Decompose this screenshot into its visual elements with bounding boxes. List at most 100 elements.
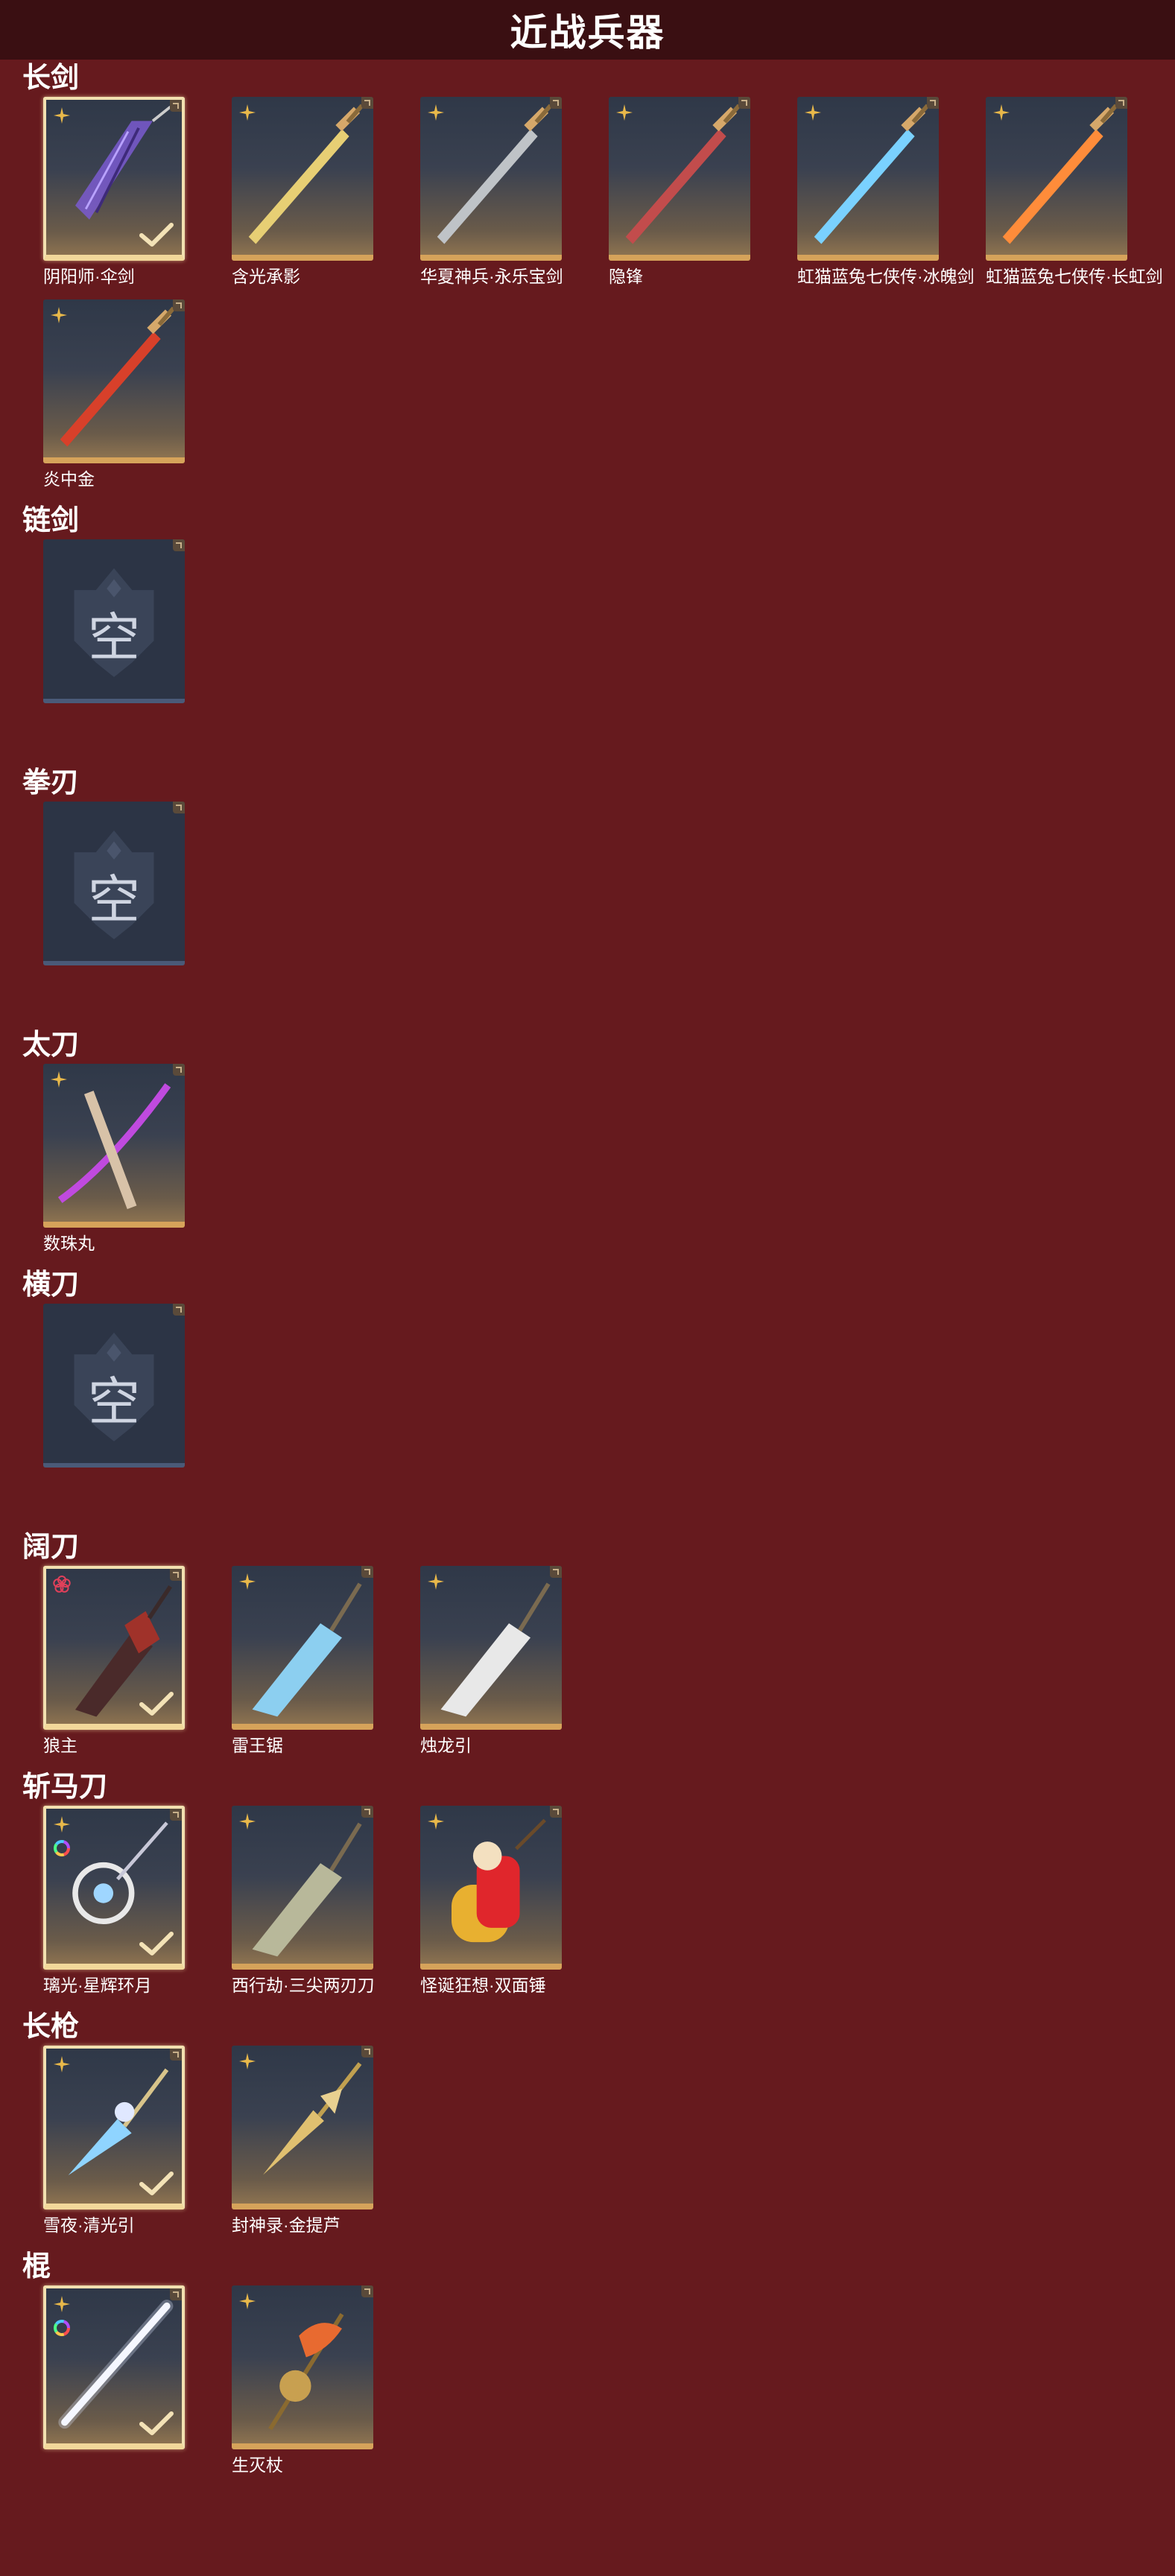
weapon-grid: 空: [22, 539, 1175, 742]
gold-rank-icon: [239, 1813, 256, 1830]
weapon-item[interactable]: 璃光·星辉环月: [43, 1806, 232, 1996]
corner-tab-icon: [173, 1304, 185, 1316]
weapon-grid: 璃光·星辉环月 西行劫·三尖两刃刀 怪诞狂想·双面锤: [22, 1806, 1175, 2008]
weapon-item[interactable]: [43, 2285, 232, 2476]
weapon-item[interactable]: 怪诞狂想·双面锤: [420, 1806, 609, 1996]
weapon-section: 横刀空: [22, 1266, 1175, 1506]
corner-tab-icon: [361, 1806, 373, 1818]
weapon-card[interactable]: [232, 2046, 373, 2209]
weapon-item[interactable]: 狼主: [43, 1566, 232, 1757]
rainbow-ring-icon: [54, 2320, 70, 2336]
weapon-section: 棍生灭杖: [22, 2248, 1175, 2488]
corner-tab-icon: [170, 2049, 182, 2061]
gold-rank-icon: [54, 1816, 70, 1833]
weapon-section: 斩马刀 璃光·星辉环月 西行劫·三尖两刃刀 怪诞狂想·双面锤: [22, 1768, 1175, 2008]
weapon-card[interactable]: [43, 2046, 185, 2209]
weapon-name: 阴阳师·伞剑: [43, 267, 135, 286]
weapon-card[interactable]: [420, 97, 562, 261]
weapon-item[interactable]: 虹猫蓝兔七侠传·冰魄剑: [797, 97, 986, 288]
weapon-item[interactable]: 封神录·金提芦: [232, 2046, 420, 2236]
weapon-card[interactable]: [43, 97, 185, 261]
gold-rank-icon: [51, 307, 67, 323]
weapon-section: 太刀 数珠丸: [22, 1027, 1175, 1266]
weapon-card[interactable]: [420, 1806, 562, 1970]
checkmark-icon: [139, 223, 174, 247]
weapon-item[interactable]: 烛龙引: [420, 1566, 609, 1757]
weapon-name: 雪夜·清光引: [43, 2215, 135, 2235]
weapon-item[interactable]: 雷王锯: [232, 1566, 420, 1757]
gold-rank-icon: [428, 104, 444, 121]
weapon-name: [43, 1472, 232, 1494]
gold-rank-icon: [54, 107, 70, 124]
section-title: 阔刀: [22, 1532, 80, 1563]
weapon-name: 狼主: [43, 1736, 77, 1755]
weapon-name: 隐锋: [609, 267, 643, 286]
weapon-item[interactable]: 华夏神兵·永乐宝剑: [420, 97, 609, 288]
section-title: 太刀: [22, 1030, 80, 1061]
weapon-grid: 数珠丸: [22, 1064, 1175, 1266]
gold-rank-icon: [993, 104, 1010, 121]
weapon-item[interactable]: 虹猫蓝兔七侠传·长虹剑: [986, 97, 1174, 288]
weapon-card[interactable]: [43, 1064, 185, 1228]
weapon-item[interactable]: 雪夜·清光引: [43, 2046, 232, 2236]
checkmark-icon: [139, 2411, 174, 2435]
weapon-card[interactable]: [986, 97, 1127, 261]
weapon-card[interactable]: [43, 1566, 185, 1730]
empty-slot-card[interactable]: 空: [43, 1304, 185, 1468]
weapon-grid: 空: [22, 802, 1175, 1004]
weapon-card[interactable]: [232, 97, 373, 261]
corner-tab-icon: [1115, 97, 1127, 109]
corner-tab-icon: [170, 100, 182, 112]
weapon-section: 拳刃空: [22, 764, 1175, 1004]
weapon-section: 长剑阴阳师·伞剑 含光承影 华夏神兵·永乐宝剑 隐锋 虹猫蓝兔七侠传·冰魄剑 虹猫蓝兔七侠…: [22, 60, 1175, 502]
weapon-card[interactable]: [43, 1806, 185, 1970]
weapon-grid: 生灭杖: [22, 2285, 1175, 2488]
weapon-card[interactable]: [232, 1566, 373, 1730]
weapon-card[interactable]: [420, 1566, 562, 1730]
gold-rank-icon: [239, 2293, 256, 2309]
empty-slot-card[interactable]: 空: [43, 802, 185, 965]
weapon-item[interactable]: 数珠丸: [43, 1064, 232, 1254]
corner-tab-icon: [361, 97, 373, 109]
corner-tab-icon: [550, 97, 562, 109]
weapon-card[interactable]: [797, 97, 939, 261]
weapon-name: 烛龙引: [420, 1736, 472, 1755]
weapon-card[interactable]: [232, 1806, 373, 1970]
weapon-grid: 阴阳师·伞剑 含光承影 华夏神兵·永乐宝剑 隐锋 虹猫蓝兔七侠传·冰魄剑 虹猫蓝兔七侠传·…: [22, 97, 1175, 502]
weapon-name: [43, 708, 232, 730]
weapon-name: 封神录·金提芦: [232, 2215, 341, 2235]
gold-rank-icon: [616, 104, 633, 121]
weapon-item[interactable]: 西行劫·三尖两刃刀: [232, 1806, 420, 1996]
weapon-item[interactable]: 生灭杖: [232, 2285, 420, 2476]
gold-rank-icon: [428, 1573, 444, 1590]
weapon-name: 虹猫蓝兔七侠传·冰魄剑: [797, 267, 975, 286]
corner-tab-icon: [173, 802, 185, 813]
weapon-item[interactable]: 含光承影: [232, 97, 420, 288]
checkmark-icon: [139, 1932, 174, 1955]
weapon-grid: 空: [22, 1304, 1175, 1506]
section-title: 长枪: [22, 2011, 80, 2043]
corner-tab-icon: [173, 539, 185, 551]
empty-slot-card[interactable]: 空: [43, 539, 185, 703]
weapon-card[interactable]: [609, 97, 750, 261]
corner-tab-icon: [361, 2046, 373, 2058]
empty-slot[interactable]: 空: [43, 1304, 232, 1494]
empty-label: 空: [88, 869, 140, 930]
weapon-card[interactable]: [232, 2285, 373, 2449]
empty-slot[interactable]: 空: [43, 539, 232, 730]
weapon-item[interactable]: 阴阳师·伞剑: [43, 97, 232, 288]
red-rank-icon: [53, 1576, 71, 1593]
weapon-item[interactable]: 隐锋: [609, 97, 797, 288]
page-title: 近战兵器: [510, 12, 665, 54]
section-title: 长剑: [22, 63, 80, 94]
gold-rank-icon: [428, 1813, 444, 1830]
weapon-name: 虹猫蓝兔七侠传·长虹剑: [986, 267, 1163, 286]
weapon-name: 生灭杖: [232, 2455, 283, 2475]
gold-rank-icon: [51, 1071, 67, 1088]
weapon-item[interactable]: 炎中金: [43, 299, 232, 490]
empty-slot[interactable]: 空: [43, 802, 232, 992]
weapon-card[interactable]: [43, 2285, 185, 2449]
gold-rank-icon: [54, 2296, 70, 2312]
weapon-name: 怪诞狂想·双面锤: [420, 1976, 546, 1995]
weapon-card[interactable]: [43, 299, 185, 463]
